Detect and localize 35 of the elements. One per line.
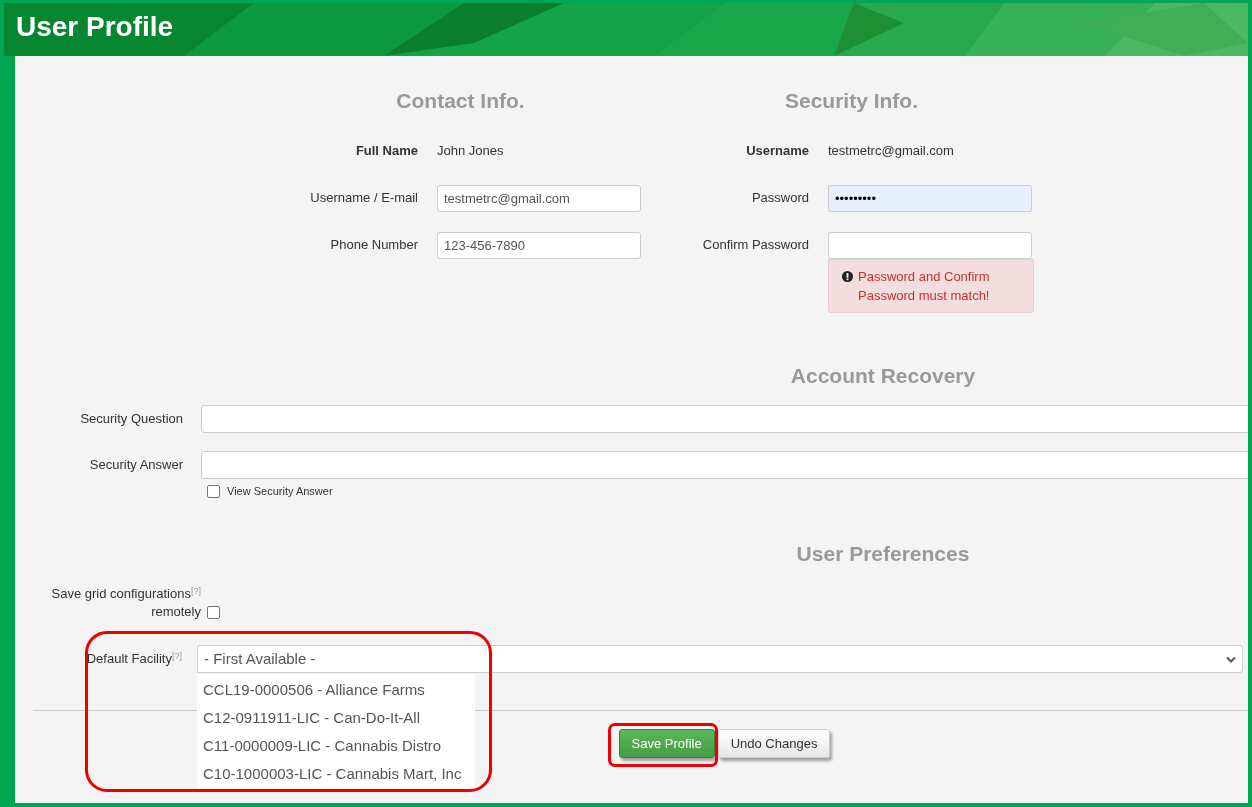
checkbox[interactable]: [207, 484, 220, 498]
section-heading: User Preferences: [796, 542, 970, 564]
page-title: User Profile: [15, 10, 174, 41]
warning-icon: [842, 270, 853, 282]
field-label: Security Answer: [88, 456, 183, 475]
input-field[interactable]: [828, 231, 1032, 259]
error-text: Password and Confirm Password must match!: [858, 267, 991, 305]
section-heading: Account Recovery: [790, 364, 976, 386]
field-label: Save grid configurations$^{[?]}$ remotely: [50, 585, 201, 621]
field-label: Username: [745, 142, 809, 161]
field-label: Phone Number: [329, 236, 418, 255]
input-field[interactable]: •••••••••: [828, 184, 1032, 212]
field-value: testmetrc@gmail.com: [828, 142, 954, 161]
chevron-icon: [1226, 655, 1236, 663]
field-label: Username / E-mail: [309, 189, 418, 208]
dropdown-option[interactable]: CCL19-0000506 - Alliance Farms: [197, 676, 475, 704]
field-label: Password: [750, 189, 809, 208]
input-field[interactable]: testmetrc@gmail.com: [437, 184, 641, 212]
input-field[interactable]: [201, 451, 1248, 479]
checkbox[interactable]: [207, 606, 220, 619]
section-heading: Contact Info.: [396, 90, 525, 111]
field-label: Default Facility$^{[?]}$: [85, 649, 182, 668]
section-heading: Security Info.: [785, 90, 918, 111]
input-field[interactable]: [201, 405, 1248, 433]
field-label: Full Name: [354, 142, 418, 161]
dropdown-option[interactable]: C10-1000003-LIC - Cannabis Mart, Inc: [197, 760, 475, 788]
field-label: Security Question: [79, 410, 183, 429]
field-value: John Jones: [437, 142, 504, 161]
select-field[interactable]: - First Available -: [197, 645, 1243, 673]
input-field[interactable]: 123-456-7890: [437, 231, 641, 259]
button[interactable]: Undo Changes: [717, 729, 831, 758]
dropdown-option[interactable]: C12-0911911-LIC - Can-Do-It-All: [197, 704, 475, 732]
field-label: Confirm Password: [701, 236, 809, 255]
dropdown-option[interactable]: C11-0000009-LIC - Cannabis Distro: [197, 732, 475, 760]
checkbox-label: View Security Answer: [227, 484, 333, 499]
